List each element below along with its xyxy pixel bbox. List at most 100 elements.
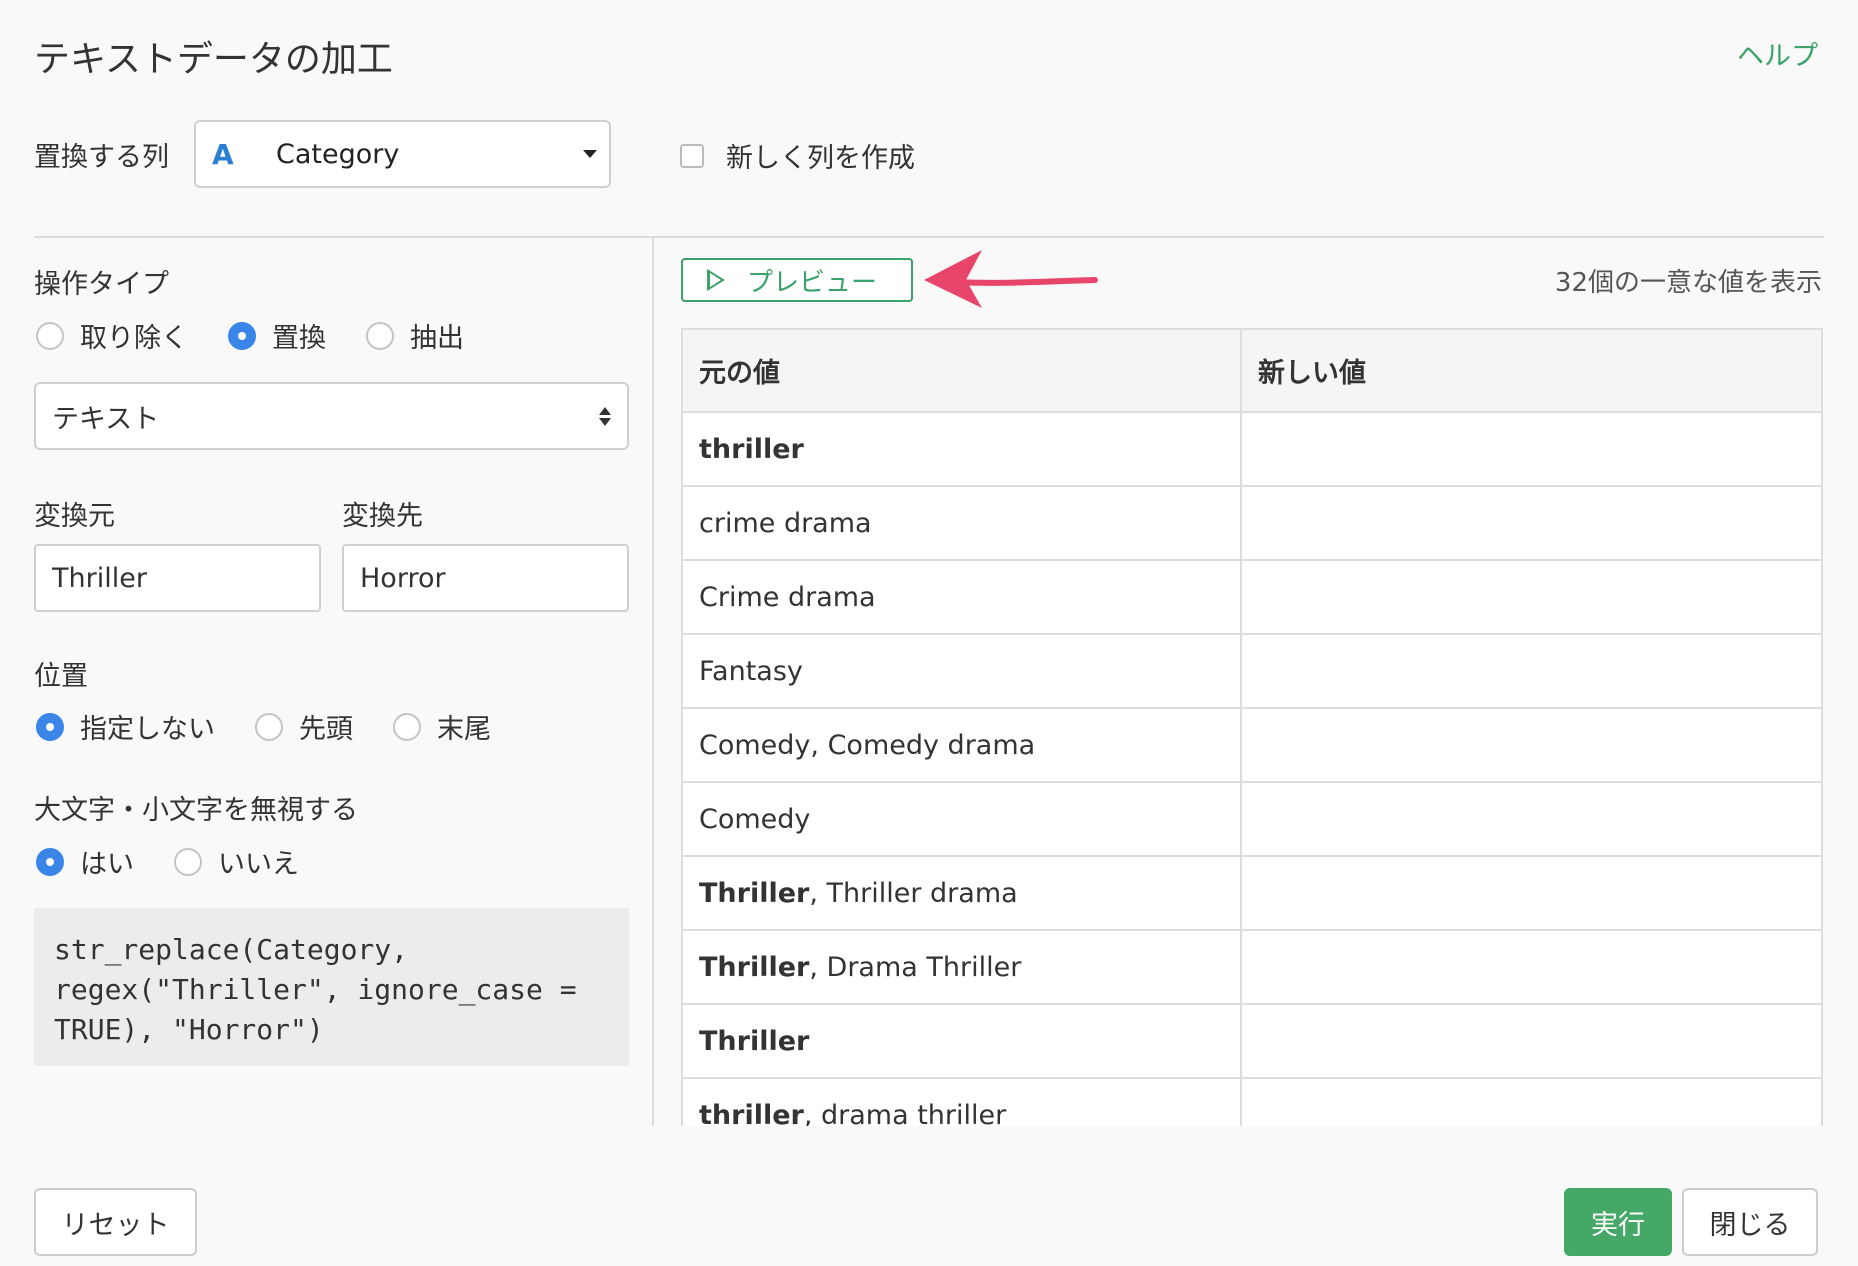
radio-indicator[interactable] [393, 712, 421, 741]
help-link[interactable]: ヘルプ [1737, 34, 1818, 73]
radio-indicator[interactable] [36, 847, 64, 876]
new-cell [1241, 560, 1821, 635]
rest-text: , Drama Thriller [809, 951, 1022, 983]
header-new-value: 新しい値 [1241, 330, 1821, 413]
character-type-icon: A [212, 137, 234, 171]
match-text: thriller [699, 433, 804, 465]
radio-label: 先頭 [299, 714, 353, 745]
radio-label: はい [80, 849, 134, 880]
chevron-down-icon [583, 150, 597, 158]
run-button[interactable]: 実行 [1564, 1188, 1672, 1256]
new-column-option[interactable]: 新しく列を作成 [680, 136, 915, 175]
radio-no-position[interactable]: 指定しない [36, 707, 215, 746]
column-select-value: Category [276, 138, 400, 170]
preview-button-label: プレビュー [747, 267, 878, 298]
new-cell [1241, 412, 1821, 487]
original-cell: thriller [683, 412, 1242, 487]
new-column-checkbox[interactable] [680, 143, 704, 168]
annotation-arrow-icon [924, 250, 1098, 308]
to-label: 変換先 [342, 501, 423, 532]
match-type-select[interactable]: テキスト [34, 382, 629, 450]
original-cell: Thriller, Thriller drama [683, 856, 1242, 931]
vertical-divider [652, 238, 654, 1126]
position-radio-group: 指定しない 先頭 末尾 [36, 707, 531, 746]
rest-text: Comedy [699, 803, 811, 835]
match-type-value: テキスト [52, 403, 160, 435]
operation-type-label: 操作タイプ [34, 269, 169, 300]
position-label: 位置 [34, 661, 88, 692]
original-cell: Fantasy [683, 634, 1242, 709]
rest-text: Fantasy [699, 655, 803, 687]
match-text: thriller [699, 1099, 804, 1127]
new-column-label: 新しく列を作成 [726, 143, 915, 174]
preview-button[interactable]: プレビュー [681, 258, 913, 302]
match-text: Thriller [699, 877, 810, 909]
new-cell [1241, 782, 1821, 857]
unique-values-info: 32個の一意な値を表示 [1554, 268, 1822, 298]
preview-table: 元の値 新しい値 thriller crime drama Crime dram… [681, 328, 1823, 1126]
radio-extract[interactable]: 抽出 [366, 316, 464, 355]
header-original-value: 元の値 [683, 330, 1242, 413]
ignore-case-radio-group: はい いいえ [36, 842, 339, 881]
reset-button[interactable]: リセット [34, 1188, 197, 1256]
original-cell: thriller, drama thriller [683, 1078, 1242, 1127]
radio-replace[interactable]: 置換 [228, 316, 326, 355]
radio-start[interactable]: 先頭 [255, 707, 353, 746]
rest-text: , drama thriller [803, 1099, 1007, 1127]
table-row: thriller [683, 412, 1821, 487]
original-cell: Comedy [683, 782, 1242, 857]
radio-indicator[interactable] [228, 321, 256, 350]
table-row: crime drama [683, 486, 1821, 561]
radio-indicator[interactable] [255, 712, 283, 741]
new-cell [1241, 856, 1821, 931]
table-row: Thriller, Thriller drama [683, 856, 1821, 931]
radio-yes[interactable]: はい [36, 842, 134, 881]
radio-label: 取り除く [80, 323, 188, 354]
radio-no[interactable]: いいえ [174, 842, 299, 881]
radio-indicator[interactable] [366, 321, 394, 350]
radio-indicator[interactable] [174, 847, 202, 876]
table-row: Comedy [683, 782, 1821, 857]
close-button[interactable]: 閉じる [1682, 1188, 1818, 1256]
radio-indicator[interactable] [36, 712, 64, 741]
new-cell [1241, 486, 1821, 561]
original-cell: Thriller [683, 1004, 1242, 1079]
table-row: Thriller [683, 1004, 1821, 1079]
new-cell [1241, 1004, 1821, 1079]
radio-indicator[interactable] [36, 321, 64, 350]
from-label: 変換元 [34, 501, 115, 532]
new-cell [1241, 708, 1821, 783]
divider [34, 236, 1824, 238]
play-icon [707, 269, 725, 291]
original-cell: crime drama [683, 486, 1242, 561]
new-cell [1241, 930, 1821, 1005]
table-header-row: 元の値 新しい値 [683, 330, 1821, 413]
ignore-case-label: 大文字・小文字を無視する [34, 795, 358, 826]
from-input[interactable]: Thriller [34, 544, 321, 612]
radio-label: 置換 [272, 323, 326, 354]
radio-label: いいえ [218, 849, 299, 880]
rest-text: , Thriller drama [809, 877, 1018, 909]
radio-label: 指定しない [80, 714, 215, 745]
new-cell [1241, 1078, 1821, 1126]
rest-text: Crime drama [699, 581, 876, 613]
table-row: Comedy, Comedy drama [683, 708, 1821, 783]
to-input[interactable]: Horror [342, 544, 629, 612]
radio-label: 抽出 [410, 323, 464, 354]
radio-end[interactable]: 末尾 [393, 707, 491, 746]
table-row: Thriller, Drama Thriller [683, 930, 1821, 1005]
match-text: Thriller [699, 951, 810, 983]
table-row: Crime drama [683, 560, 1821, 635]
select-arrows-icon [599, 406, 611, 426]
radio-remove[interactable]: 取り除く [36, 316, 188, 355]
rest-text: crime drama [699, 507, 872, 539]
match-text: Thriller [699, 1025, 810, 1057]
table-row: thriller, drama thriller [683, 1078, 1821, 1126]
original-cell: Thriller, Drama Thriller [683, 930, 1242, 1005]
column-select[interactable]: A Category [194, 120, 611, 188]
original-cell: Comedy, Comedy drama [683, 708, 1242, 783]
operation-type-radio-group: 取り除く 置換 抽出 [36, 316, 504, 355]
column-label: 置換する列 [34, 142, 169, 173]
rest-text: Comedy, Comedy drama [699, 729, 1036, 761]
radio-label: 末尾 [437, 714, 491, 745]
